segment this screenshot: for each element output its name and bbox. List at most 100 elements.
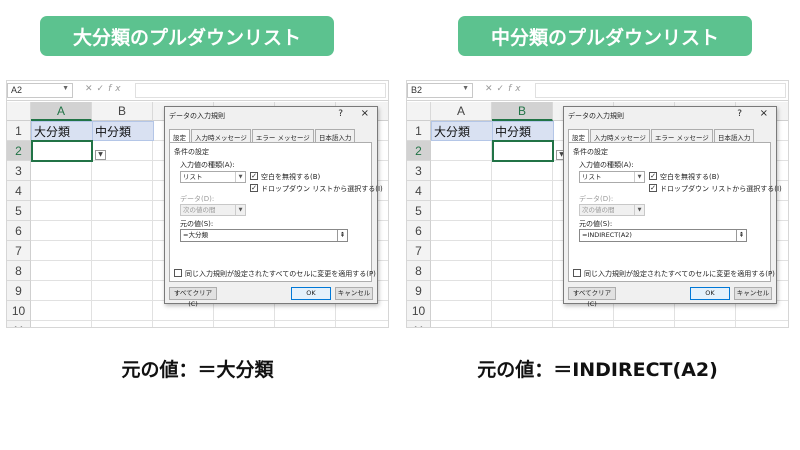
cancel-button[interactable]: キャンセル [335, 287, 373, 300]
apply-all-label: 同じ入力規則が設定されたすべてのセルに変更を適用する(P) [185, 270, 376, 278]
formula-bar: A2 ▼ ✕✓fx [7, 81, 388, 101]
clear-all-button[interactable]: すべてクリア(C) [568, 287, 616, 308]
column-header[interactable]: A [31, 102, 92, 121]
active-cell-b2[interactable] [492, 140, 554, 162]
row-header[interactable]: 10 [407, 301, 431, 321]
apply-all-checkbox[interactable] [174, 269, 182, 277]
checkmark-icon[interactable]: ✓ [250, 172, 258, 180]
row-header[interactable]: 2 [7, 141, 31, 161]
row-header[interactable]: 8 [407, 261, 431, 281]
active-cell-a2[interactable] [31, 140, 93, 162]
row-header[interactable]: 2 [407, 141, 431, 161]
cell-a1[interactable]: 大分類 [31, 121, 93, 141]
source-label: 元の値(S): [180, 220, 214, 228]
row-header[interactable]: 9 [407, 281, 431, 301]
formula-input[interactable] [135, 83, 386, 98]
apply-all-label: 同じ入力規則が設定されたすべてのセルに変更を適用する(P) [584, 270, 775, 278]
formula-bar-icons: ✕✓fx [85, 84, 125, 94]
row-header[interactable]: 3 [7, 161, 31, 181]
function-icon[interactable]: fx [508, 84, 525, 94]
data-label: データ(D): [579, 195, 614, 203]
cancel-button[interactable]: キャンセル [734, 287, 772, 300]
allow-label: 入力値の種類(A): [180, 161, 235, 169]
chevron-down-icon[interactable]: ▼ [235, 172, 245, 182]
chevron-down-icon[interactable]: ▼ [462, 85, 469, 92]
formula-input[interactable] [535, 83, 786, 98]
group-label: 条件の設定 [174, 148, 209, 156]
row-header[interactable]: 9 [7, 281, 31, 301]
in-cell-dropdown-label: ドロップダウン リストから選択する(I) [660, 185, 782, 193]
function-icon[interactable]: fx [108, 84, 125, 94]
right-panel: 中分類のプルダウンリスト B2 ▼ ✕✓fx A B C D E F 1 2 3… [400, 0, 795, 450]
name-box[interactable]: B2 ▼ [407, 83, 473, 98]
dialog-title: データの入力規則 [568, 112, 624, 120]
column-header[interactable]: B [92, 102, 153, 121]
formula-bar-icons: ✕✓fx [485, 84, 525, 94]
in-cell-dropdown-label: ドロップダウン リストから選択する(I) [261, 185, 383, 193]
source-label: 元の値(S): [579, 220, 613, 228]
column-header[interactable]: B [492, 102, 553, 121]
row-header[interactable]: 6 [7, 221, 31, 241]
chevron-down-icon[interactable]: ▼ [235, 205, 245, 215]
row-header[interactable]: 5 [407, 201, 431, 221]
row-header[interactable]: 4 [407, 181, 431, 201]
row-header[interactable]: 3 [407, 161, 431, 181]
row-header[interactable]: 6 [407, 221, 431, 241]
close-icon[interactable]: × [760, 108, 768, 119]
row-header[interactable]: 8 [7, 261, 31, 281]
allow-select[interactable]: リスト ▼ [579, 171, 645, 183]
clear-all-button[interactable]: すべてクリア(C) [169, 287, 217, 308]
row-header[interactable]: 1 [7, 121, 31, 141]
cell-b1[interactable]: 中分類 [92, 121, 154, 141]
chevron-down-icon[interactable]: ▼ [634, 172, 644, 182]
row-header[interactable]: 11 [407, 321, 431, 327]
settings-panel: 条件の設定 入力値の種類(A): リスト ▼ ✓ 空白を無視する(B) ✓ ドロ… [169, 142, 383, 282]
enter-icon[interactable]: ✓ [97, 84, 109, 94]
cancel-icon[interactable]: ✕ [485, 84, 497, 94]
chevron-down-icon[interactable]: ▼ [62, 85, 69, 92]
cell-a1[interactable]: 大分類 [431, 121, 493, 141]
cell-b1[interactable]: 中分類 [492, 121, 554, 141]
data-select[interactable]: 次の値の間 ▼ [180, 204, 246, 216]
chevron-down-icon[interactable]: ▼ [634, 205, 644, 215]
row-header[interactable]: 1 [407, 121, 431, 141]
row-header[interactable]: 4 [7, 181, 31, 201]
name-box-value: B2 [411, 85, 423, 95]
formula-bar: B2 ▼ ✕✓fx [407, 81, 788, 101]
data-validation-dialog: データの入力規則 ? × 設定 入力時メッセージ エラー メッセージ 日本語入力… [563, 106, 782, 308]
data-select-value: 次の値の間 [582, 206, 615, 214]
source-input[interactable]: =大分類 ⇞ [180, 229, 348, 242]
group-label: 条件の設定 [573, 148, 608, 156]
apply-all-checkbox[interactable] [573, 269, 581, 277]
help-icon[interactable]: ? [737, 109, 742, 119]
row-header[interactable]: 5 [7, 201, 31, 221]
cancel-icon[interactable]: ✕ [85, 84, 97, 94]
select-all-corner[interactable] [407, 102, 431, 121]
row-header[interactable]: 10 [7, 301, 31, 321]
collapse-dialog-icon[interactable]: ⇞ [337, 230, 347, 241]
allow-select-value: リスト [582, 173, 602, 181]
help-icon[interactable]: ? [338, 109, 343, 119]
data-select-value: 次の値の間 [183, 206, 216, 214]
row-header[interactable]: 11 [7, 321, 31, 327]
section-banner: 中分類のプルダウンリスト [458, 16, 752, 56]
ok-button[interactable]: OK [690, 287, 730, 300]
checkmark-icon[interactable]: ✓ [250, 184, 258, 192]
source-input[interactable]: =INDIRECT(A2) ⇞ [579, 229, 747, 242]
row-header[interactable]: 7 [407, 241, 431, 261]
enter-icon[interactable]: ✓ [497, 84, 509, 94]
column-header[interactable]: A [431, 102, 492, 121]
data-select[interactable]: 次の値の間 ▼ [579, 204, 645, 216]
checkmark-icon[interactable]: ✓ [649, 184, 657, 192]
left-panel: 大分類のプルダウンリスト A2 ▼ ✕✓fx A B C D E F 1 2 3… [0, 0, 395, 450]
chevron-down-icon[interactable]: ▼ [95, 150, 106, 160]
ok-button[interactable]: OK [291, 287, 331, 300]
collapse-dialog-icon[interactable]: ⇞ [736, 230, 746, 241]
close-icon[interactable]: × [361, 108, 369, 119]
select-all-corner[interactable] [7, 102, 31, 121]
name-box[interactable]: A2 ▼ [7, 83, 73, 98]
allow-select[interactable]: リスト ▼ [180, 171, 246, 183]
row-header[interactable]: 7 [7, 241, 31, 261]
checkmark-icon[interactable]: ✓ [649, 172, 657, 180]
allow-label: 入力値の種類(A): [579, 161, 634, 169]
